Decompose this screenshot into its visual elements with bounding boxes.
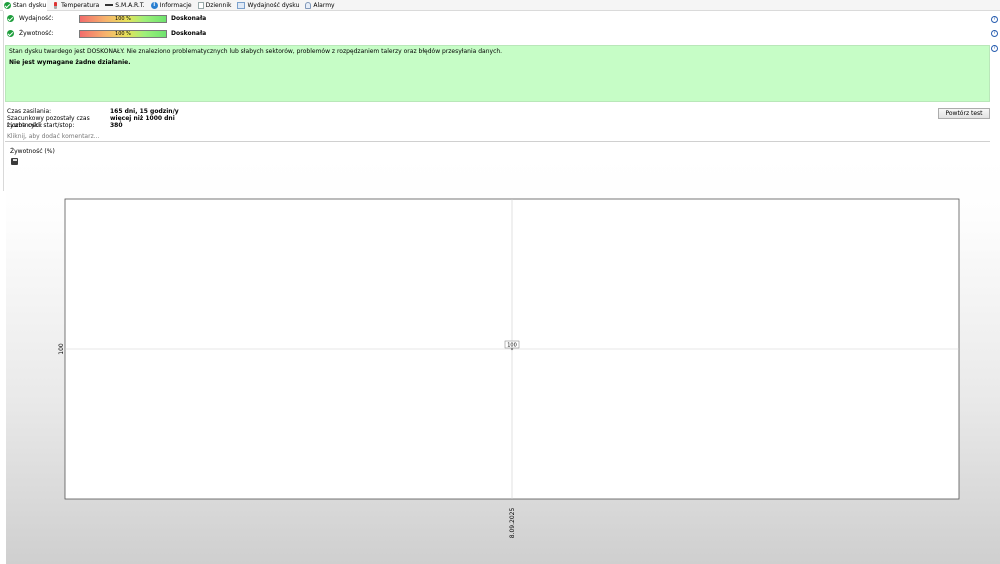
- check-icon: [4, 1, 11, 9]
- data-point: [510, 347, 514, 351]
- alarm-icon: [305, 1, 312, 9]
- y-tick-label: 100: [58, 343, 65, 355]
- tab-label: Informacje: [159, 1, 192, 9]
- tab-disk-status[interactable]: Stan dysku: [3, 0, 48, 11]
- tab-label: S.M.A.R.T.: [115, 1, 145, 9]
- tab-label: Alarmy: [313, 1, 335, 9]
- tab-bar: Stan dysku Temperatura S.M.A.R.T. i Info…: [0, 0, 1000, 11]
- tab-temperature[interactable]: Temperatura: [51, 0, 100, 11]
- info-icon: i: [150, 1, 158, 9]
- disk-status-panel: Wydajność: 100 % Doskonała ? Żywotność: …: [0, 11, 1000, 564]
- tab-label: Temperatura: [61, 1, 100, 9]
- log-icon: [197, 1, 204, 9]
- left-divider: [3, 11, 4, 191]
- tab-disk-performance[interactable]: Wydajność dysku: [236, 0, 300, 11]
- health-chart: 100 8.09.2025 100: [58, 198, 960, 539]
- tab-log[interactable]: Dziennik: [197, 0, 233, 11]
- smart-icon: [105, 4, 114, 6]
- tab-information[interactable]: i Informacje: [150, 0, 193, 11]
- x-tick-label: 8.09.2025: [509, 508, 516, 539]
- tab-label: Wydajność dysku: [247, 1, 300, 9]
- tab-label: Stan dysku: [13, 1, 47, 9]
- tab-alarms[interactable]: Alarmy: [304, 0, 335, 11]
- thermometer-icon: [54, 1, 58, 9]
- performance-icon: [237, 1, 246, 9]
- data-label: 100: [507, 343, 517, 349]
- tab-smart[interactable]: S.M.A.R.T.: [104, 0, 145, 11]
- tab-label: Dziennik: [205, 1, 232, 9]
